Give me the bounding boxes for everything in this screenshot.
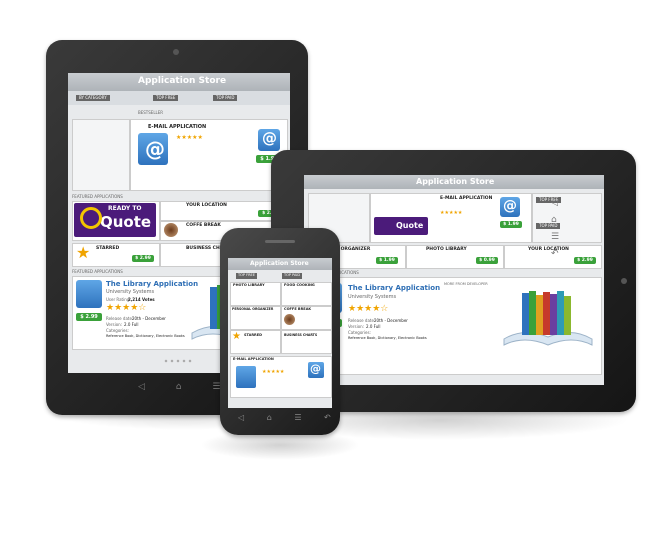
phone: Application Store TOP FREE TOP PAID PHOT… [220, 228, 340, 435]
right-photo-price[interactable]: $ 0.99 [476, 257, 498, 264]
tab-by-category[interactable]: BY CATEGORY [76, 95, 110, 101]
rating-label: User Rating: [106, 297, 131, 302]
right-store-title: Application Store [416, 177, 495, 186]
tab-top-free[interactable]: TOP FREE [153, 95, 179, 101]
email-rating-stars: ★★★★★ [176, 134, 203, 141]
starred-price[interactable]: $ 2.99 [132, 255, 154, 262]
right-photo-name: PHOTO LIBRARY [426, 247, 467, 252]
sidebar-panel [72, 119, 130, 191]
phone-tab-top-paid[interactable]: TOP PAID [282, 273, 303, 279]
quote-q-mark [80, 207, 102, 229]
right-at-icon: @ [503, 198, 517, 214]
right-organizer-price[interactable]: $ 1.99 [376, 257, 398, 264]
right-location-name: YOUR LOCATION [528, 247, 569, 252]
right-library-stars: ★★★★☆ [348, 304, 389, 314]
version-label: Version: [106, 322, 123, 327]
starred-name: STARRED [96, 246, 120, 251]
phone-email-stars: ★★★★★ [262, 369, 285, 375]
phone-business-name: BUSINESS CHARTS [284, 333, 318, 337]
right-quote-logo-text: Quote [396, 221, 424, 230]
section-bestseller: BESTSELLER [138, 110, 164, 115]
store-title: Application Store [138, 76, 227, 86]
right-version-value: 2.0 Full [366, 324, 381, 329]
right-library-developer: University Systems [348, 294, 397, 300]
phone-email-name: E-MAIL APPLICATION [233, 357, 274, 361]
release-value: 20th - December [132, 316, 166, 321]
right-version-label: Version: [348, 324, 365, 329]
phone-tab-top-free[interactable]: TOP FREE [236, 273, 257, 279]
phone-coffee-name: COFFE BREAK [284, 307, 312, 311]
phone-at-icon: @ [310, 362, 321, 375]
phone-coffee-icon [284, 314, 295, 325]
right-email-name: E-MAIL APPLICATION [440, 196, 493, 201]
email-app-name: E-MAIL APPLICATION [148, 124, 207, 130]
phone-store-title: Application Store [250, 260, 309, 267]
phone-food-name: FOOD COOKING [284, 283, 315, 287]
tab-top-paid[interactable]: TOP PAID [213, 95, 238, 101]
star-icon: ★ [76, 243, 91, 262]
coffee-cup-icon [164, 223, 178, 237]
your-location-name: YOUR LOCATION [186, 203, 227, 208]
at-symbol-icon: @ [145, 137, 165, 161]
right-books-illustration [503, 291, 593, 346]
phone-organizer-name: PERSONAL ORGANIZER [232, 307, 274, 311]
right-email-price[interactable]: $ 1.99 [500, 221, 522, 228]
ready-to-quote-logo-top: READY TO [108, 205, 142, 212]
library-stars: ★★★★☆ [106, 303, 147, 313]
right-library-title: The Library Application [348, 284, 441, 292]
phone-star-icon: ★ [232, 331, 241, 342]
categories-value: Reference Book, Dictionary, Electronic B… [106, 334, 185, 338]
phone-email-icon [236, 366, 256, 388]
more-from-developer: MORE FROM DEVELOPER [444, 282, 488, 286]
release-label: Release date: [106, 316, 134, 321]
phone-speaker [265, 240, 295, 243]
page-dots [163, 359, 193, 363]
right-release-value: 20th - December [374, 318, 408, 323]
right-release-label: Release date: [348, 318, 376, 323]
library-icon [76, 280, 102, 308]
phone-screen: Application Store TOP FREE TOP PAID PHOT… [228, 258, 332, 408]
tablet-right-nav-icons: ◁ ⌂ ☰ ↶ [551, 198, 560, 260]
version-value: 2.0 Full [124, 322, 139, 327]
library-title: The Library Application [106, 280, 199, 288]
phone-nav-icons: ◁ ⌂ ☰ ↶ [238, 413, 341, 422]
tablet-right-camera [621, 278, 627, 284]
section-featured-top: FEATURED APPLICATIONS [72, 194, 123, 199]
coffee-break-name: COFFE BREAK [186, 223, 221, 228]
categories-label: Categories: [106, 328, 129, 333]
library-price[interactable]: $ 2.99 [76, 313, 102, 321]
tablet-left-camera [173, 49, 179, 55]
phone-photo-name: PHOTO LIBRARY [233, 283, 265, 287]
section-featured: FEATURED APPLICATIONS [72, 269, 123, 274]
library-developer: University Systems [106, 289, 155, 295]
right-email-stars: ★★★★★ [440, 210, 463, 216]
rating-value: 2,214 Votes [128, 297, 155, 302]
right-location-price[interactable]: $ 2.99 [574, 257, 596, 264]
ready-to-quote-logo-bottom: Quote [100, 213, 152, 231]
right-categories-value: Reference Book, Dictionary, Electronic B… [348, 336, 427, 340]
at-symbol-icon-small: @ [262, 129, 277, 147]
right-categories-label: Categories: [348, 330, 371, 335]
phone-starred-name: STARRED [244, 333, 263, 337]
